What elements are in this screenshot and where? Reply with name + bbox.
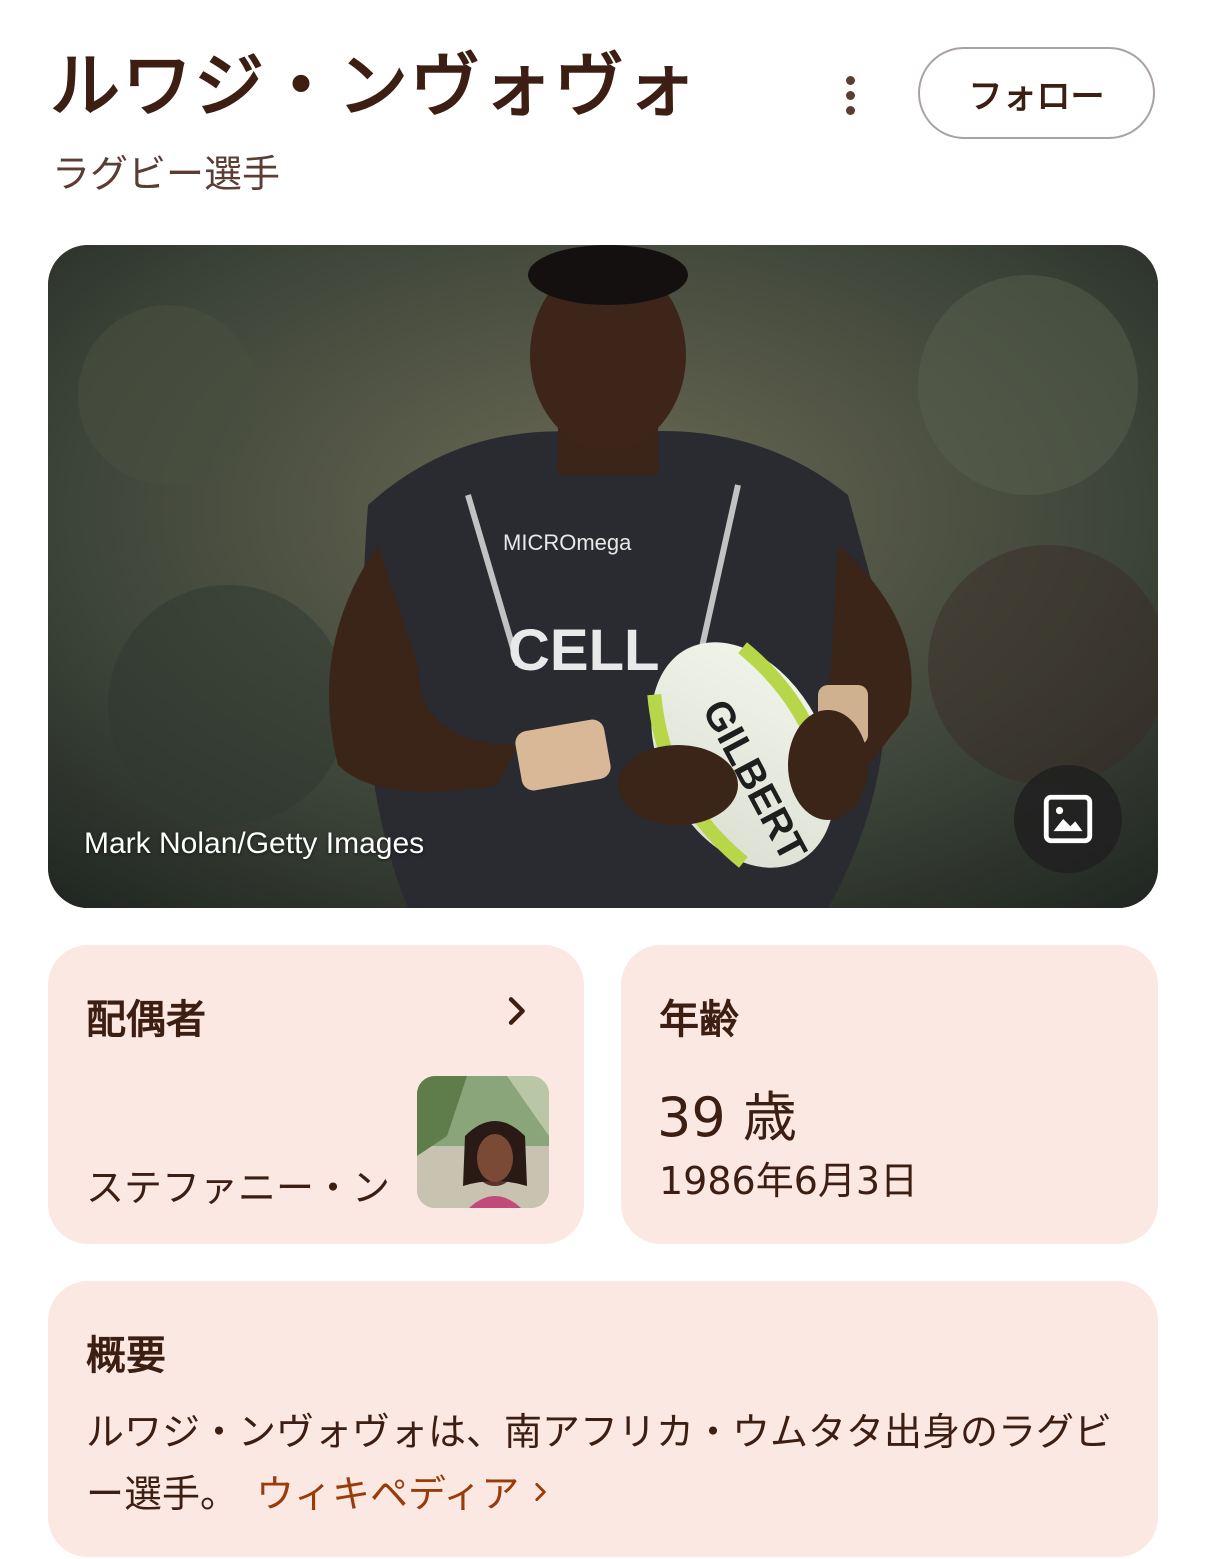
chevron-right-icon — [535, 1483, 547, 1501]
image-icon — [1043, 794, 1093, 844]
age-card: 年齢 39 歳 1986年6月3日 — [621, 945, 1158, 1244]
follow-button[interactable]: フォロー — [918, 47, 1155, 139]
player-photo: MICROmega CELL GILBERT — [48, 245, 1158, 908]
more-options-button[interactable] — [828, 70, 872, 120]
about-card-title: 概要 — [86, 1333, 166, 1379]
view-images-button[interactable] — [1014, 765, 1122, 873]
about-card: 概要 ルワジ・ンヴォヴォは、南アフリカ・ウムタタ出身のラグビー選手。 ウィキペディ… — [48, 1281, 1158, 1557]
spouse-card[interactable]: 配偶者 ステファニー・ン — [48, 945, 584, 1244]
spouse-card-title: 配偶者 — [86, 997, 206, 1043]
svg-text:CELL: CELL — [508, 618, 659, 683]
spouse-thumbnail[interactable] — [417, 1076, 549, 1208]
spouse-photo — [417, 1076, 549, 1208]
wikipedia-link-label: ウィキペディア — [256, 1472, 520, 1516]
spouse-name: ステファニー・ン — [86, 1166, 391, 1210]
more-vertical-icon — [845, 75, 855, 85]
age-value: 39 歳 — [657, 1086, 797, 1149]
hero-image[interactable]: MICROmega CELL GILBERT Mark Nolan/Getty … — [48, 245, 1158, 908]
image-credit: Mark Nolan/Getty Images — [84, 827, 425, 860]
birth-date: 1986年6月3日 — [659, 1159, 919, 1203]
about-text: ルワジ・ンヴォヴォは、南アフリカ・ウムタタ出身のラグビー選手。 — [86, 1410, 1113, 1516]
entity-subtitle: ラグビー選手 — [52, 152, 281, 196]
chevron-right-icon[interactable] — [496, 991, 536, 1031]
svg-text:MICROmega: MICROmega — [503, 530, 632, 555]
entity-title: ルワジ・ンヴォヴォ — [50, 45, 698, 127]
about-description: ルワジ・ンヴォヴォは、南アフリカ・ウムタタ出身のラグビー選手。 ウィキペディア — [86, 1401, 1126, 1525]
knowledge-panel-header: ルワジ・ンヴォヴォ ラグビー選手 フォロー — [0, 0, 1206, 230]
age-card-title: 年齢 — [659, 997, 739, 1043]
wikipedia-link[interactable]: ウィキペディア — [256, 1472, 553, 1516]
